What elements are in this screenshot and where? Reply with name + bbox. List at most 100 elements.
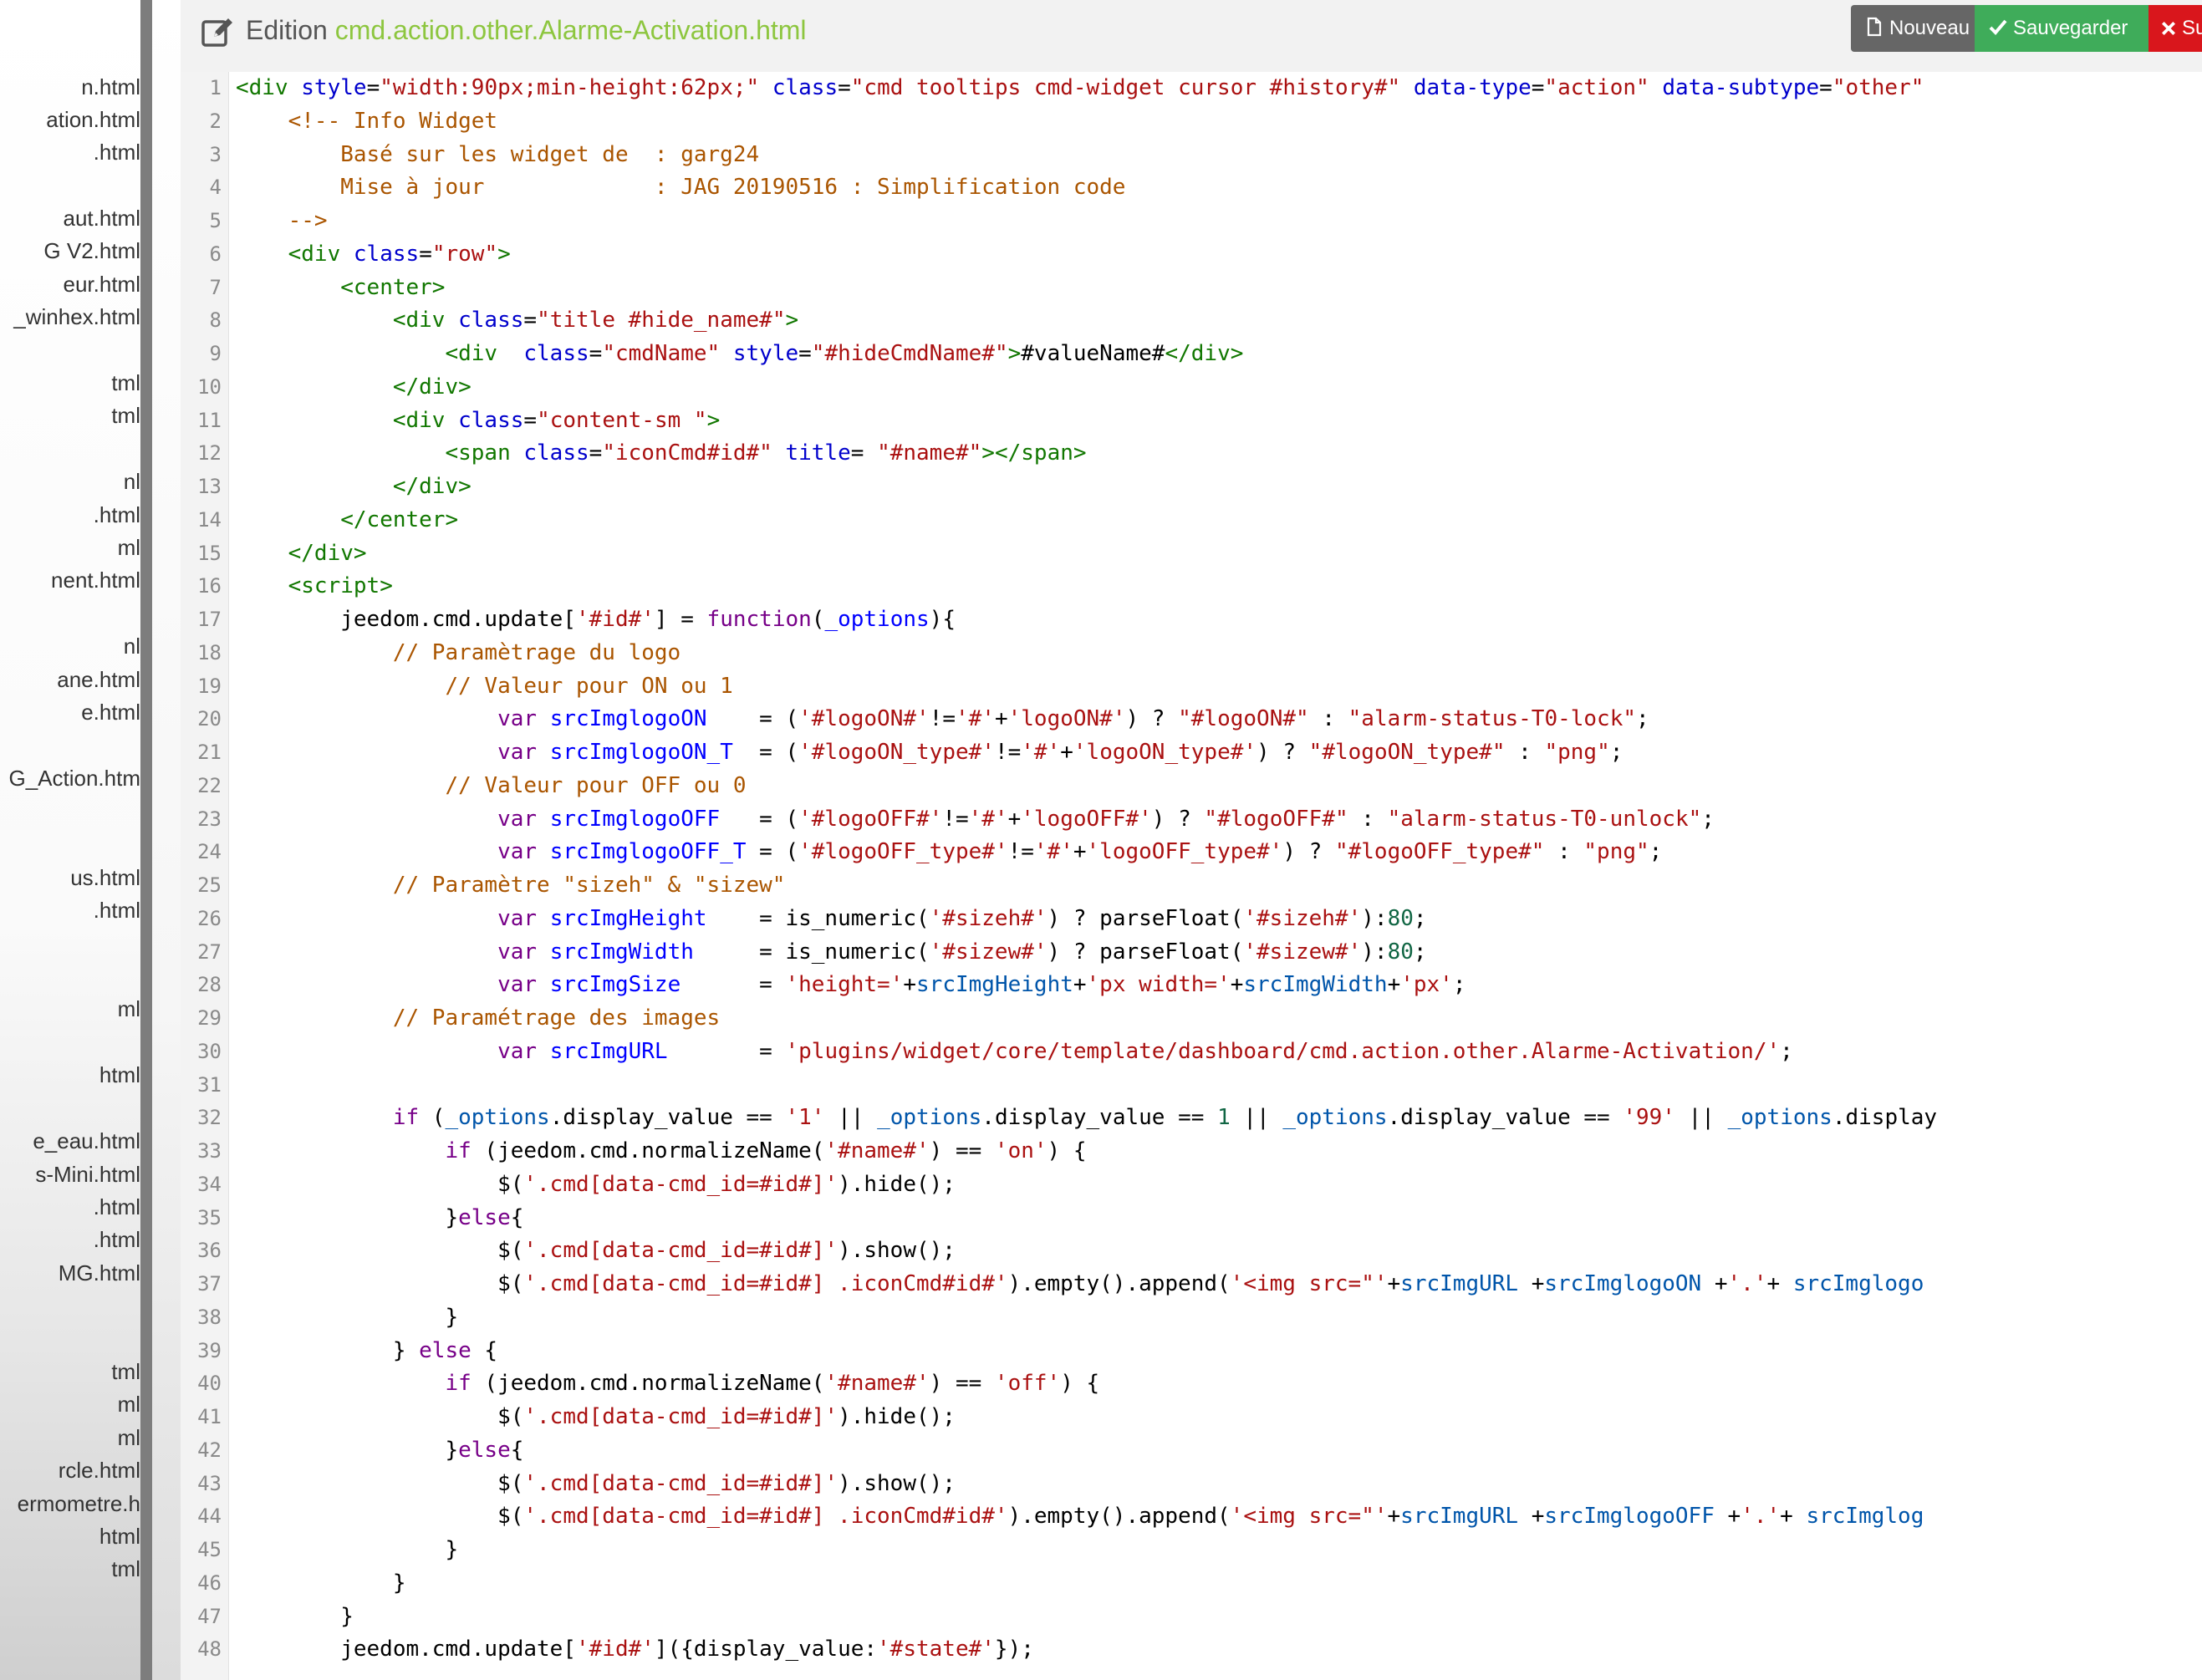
file-list-item[interactable]: G_Action.htm	[8, 761, 140, 795]
file-list-item[interactable]: ml	[118, 1421, 140, 1454]
code-line[interactable]: <script>	[236, 570, 2202, 603]
new-button[interactable]: Nouveau	[1851, 5, 1975, 52]
file-list-item[interactable]: ml	[118, 1387, 140, 1421]
code-line[interactable]: $('.cmd[data-cmd_id=#id#]').hide();	[236, 1401, 2202, 1434]
code-line[interactable]: }	[236, 1534, 2202, 1567]
code-line[interactable]: $('.cmd[data-cmd_id=#id#]').show();	[236, 1235, 2202, 1268]
code-line[interactable]: var srcImgURL = 'plugins/widget/core/tem…	[236, 1036, 2202, 1069]
page-title-filename: cmd.action.other.Alarme-Activation.html	[334, 15, 807, 45]
file-list-item[interactable]: rcle.html	[59, 1453, 140, 1487]
code-line[interactable]: Mise à jour : JAG 20190516 : Simplificat…	[236, 171, 2202, 205]
file-list-item[interactable]: MG.html	[59, 1256, 140, 1290]
code-line[interactable]: var srcImglogoOFF_T = ('#logoOFF_type#'!…	[236, 836, 2202, 869]
code-token: 'logoOFF_type#'	[1086, 839, 1283, 865]
code-editor[interactable]: 1 2 3 4 5 6 7 8 9 10 11 12 13 14 15 16 17 18 19 20 21 22 23 24 2…	[181, 72, 2202, 1680]
file-list-item[interactable]: nl	[124, 629, 140, 663]
line-number: 3	[209, 142, 222, 166]
file-list-item[interactable]: .html	[94, 1223, 140, 1256]
file-list-item[interactable]: s-Mini.html	[35, 1158, 140, 1191]
code-token: '#'	[955, 706, 995, 732]
code-line[interactable]: <div class="title #hide_name#">	[236, 304, 2202, 338]
code-line[interactable]: // Paramétrage des images	[236, 1002, 2202, 1036]
file-list-item[interactable]: n.html	[81, 70, 140, 104]
code-line[interactable]: if (_options.display_value == '1' || _op…	[236, 1102, 2202, 1135]
file-list-scrollbar[interactable]	[140, 0, 152, 1680]
code-line[interactable]: } else {	[236, 1335, 2202, 1368]
code-line[interactable]: }else{	[236, 1434, 2202, 1468]
file-list-item[interactable]: ane.html	[57, 663, 140, 696]
file-list-item[interactable]: tml	[111, 1552, 140, 1586]
code-line[interactable]: // Valeur pour OFF ou 0	[236, 770, 2202, 803]
code-token: "width:90px;min-height:62px;"	[380, 75, 760, 100]
code-line[interactable]: var srcImglogoON_T = ('#logoON_type#'!='…	[236, 736, 2202, 770]
code-line[interactable]: var srcImglogoON = ('#logoON#'!='#'+'log…	[236, 703, 2202, 736]
code-line[interactable]: }	[236, 1301, 2202, 1335]
file-list-item[interactable]: ml	[118, 992, 140, 1026]
code-line[interactable]: -->	[236, 205, 2202, 238]
code-line[interactable]: </div>	[236, 471, 2202, 504]
code-line[interactable]: $('.cmd[data-cmd_id=#id#] .iconCmd#id#')…	[236, 1500, 2202, 1534]
code-line[interactable]: }	[236, 1567, 2202, 1601]
file-list-item[interactable]: .html	[94, 135, 140, 169]
code-line[interactable]: <div style="width:90px;min-height:62px;"…	[236, 72, 2202, 105]
file-list-item[interactable]: html	[99, 1058, 140, 1092]
code-line[interactable]: <!-- Info Widget	[236, 105, 2202, 139]
file-list-item[interactable]: html	[99, 1520, 140, 1553]
file-list-item[interactable]: .html	[94, 498, 140, 532]
code-line[interactable]: </div>	[236, 537, 2202, 571]
file-list-item[interactable]: tml	[111, 1355, 140, 1388]
file-list-item[interactable]: e_eau.html	[33, 1124, 140, 1158]
code-line[interactable]: $('.cmd[data-cmd_id=#id#] .iconCmd#id#')…	[236, 1268, 2202, 1301]
delete-button[interactable]: Sup	[2148, 5, 2202, 52]
code-line[interactable]: var srcImgSize = 'height='+srcImgHeight+…	[236, 969, 2202, 1002]
code-line[interactable]: }else{	[236, 1202, 2202, 1235]
code-line[interactable]: <span class="iconCmd#id#" title= "#name#…	[236, 437, 2202, 471]
line-number-gutter: 1 2 3 4 5 6 7 8 9 10 11 12 13 14 15 16 17 18 19 20 21 22 23 24 2…	[181, 72, 229, 1680]
code-token: {	[510, 1204, 524, 1230]
file-list-item[interactable]: us.html	[70, 861, 140, 894]
file-list-item[interactable]: G V2.html	[43, 234, 140, 267]
code-line[interactable]: if (jeedom.cmd.normalizeName('#name#') =…	[236, 1367, 2202, 1401]
file-list-item[interactable]: _winhex.html	[13, 300, 140, 333]
code-line[interactable]	[236, 1069, 2202, 1102]
code-line[interactable]: $('.cmd[data-cmd_id=#id#]').show();	[236, 1468, 2202, 1501]
file-list-item[interactable]: .html	[94, 1190, 140, 1224]
code-line[interactable]: </div>	[236, 371, 2202, 405]
file-list-item[interactable]: tml	[111, 399, 140, 432]
code-line[interactable]: <center>	[236, 272, 2202, 305]
line-number: 4	[209, 176, 222, 200]
code-line[interactable]: <div class="cmdName" style="#hideCmdName…	[236, 338, 2202, 371]
file-list-item[interactable]: e.html	[81, 695, 140, 729]
code-line[interactable]: var srcImgWidth = is_numeric('#sizew#') …	[236, 936, 2202, 970]
code-line[interactable]: if (jeedom.cmd.normalizeName('#name#') =…	[236, 1135, 2202, 1168]
code-line[interactable]: jeedom.cmd.update['#id#']({display_value…	[236, 1633, 2202, 1667]
file-list-item[interactable]: eur.html	[64, 267, 141, 301]
code-line[interactable]: // Valeur pour ON ou 1	[236, 670, 2202, 704]
file-list-item[interactable]: .html	[94, 893, 140, 927]
code-line[interactable]: var srcImglogoOFF = ('#logoOFF#'!='#'+'l…	[236, 803, 2202, 837]
save-button[interactable]: Sauvegarder	[1975, 5, 2148, 52]
code-token: var	[497, 839, 538, 865]
file-list-item[interactable]: nl	[124, 465, 140, 498]
file-list-item[interactable]: ermometre.h	[18, 1487, 140, 1520]
code-line[interactable]: $('.cmd[data-cmd_id=#id#]').hide();	[236, 1168, 2202, 1202]
code-line[interactable]: <div class="row">	[236, 238, 2202, 272]
file-list-item[interactable]: aut.html	[64, 201, 141, 235]
file-list-item[interactable]: ation.html	[46, 103, 140, 136]
code-line[interactable]: var srcImgHeight = is_numeric('#sizeh#')…	[236, 903, 2202, 936]
code-line[interactable]: <div class="content-sm ">	[236, 405, 2202, 438]
code-line[interactable]: }	[236, 1601, 2202, 1634]
code-line[interactable]: </center>	[236, 504, 2202, 537]
editor-header: Edition cmd.action.other.Alarme-Activati…	[181, 0, 2202, 67]
file-list-item[interactable]: ml	[118, 531, 140, 564]
code-line[interactable]: // Paramètre "sizeh" & "sizew"	[236, 869, 2202, 903]
file-list-item[interactable]: nent.html	[51, 563, 140, 597]
file-list-item[interactable]: tml	[111, 366, 140, 400]
code-area[interactable]: <div style="width:90px;min-height:62px;"…	[236, 72, 2202, 1680]
code-token: srcImglogoOFF_T	[549, 839, 747, 865]
code-line[interactable]: jeedom.cmd.update['#id#'] = function(_op…	[236, 603, 2202, 637]
code-line[interactable]: Basé sur les widget de : garg24	[236, 139, 2202, 172]
code-line[interactable]: // Paramètrage du logo	[236, 637, 2202, 670]
